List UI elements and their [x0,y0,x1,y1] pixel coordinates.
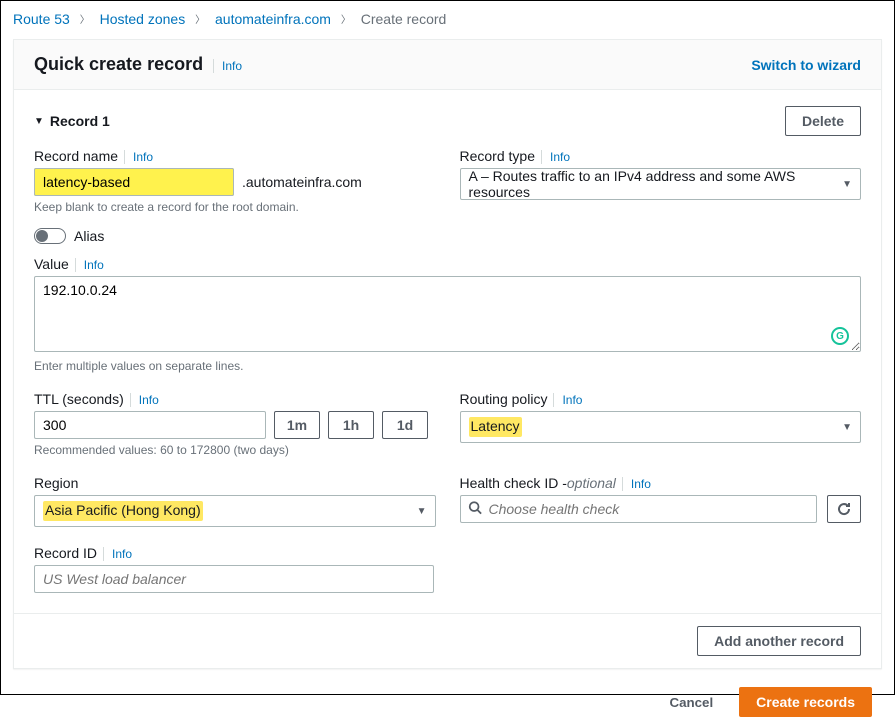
info-link-header[interactable]: Info [213,59,242,73]
info-link-hc[interactable]: Info [622,477,651,491]
record-header: ▼ Record 1 Delete [34,106,861,136]
panel-footer: Add another record [14,613,881,668]
label-text: Region [34,475,78,491]
region-hc-row: Region Asia Pacific (Hong Kong) ▼ Health… [34,475,861,527]
optional-text: optional [567,475,616,491]
crumb-current: Create record [361,11,447,27]
record-type-select[interactable]: A – Routes traffic to an IPv4 address an… [460,168,862,200]
record-id-label: Record ID Info [34,545,861,561]
label-text: Routing policy [460,391,548,407]
alias-row: Alias [34,228,861,244]
record-section-title: Record 1 [50,113,110,129]
ttl-label: TTL (seconds) Info [34,391,436,407]
alias-toggle[interactable] [34,228,66,244]
value-wrap: 192.10.0.24 G [34,276,861,355]
create-records-button[interactable]: Create records [739,687,872,717]
chevron-right-icon: 〉 [195,11,205,26]
info-link-name[interactable]: Info [124,150,153,164]
record-section-toggle[interactable]: ▼ Record 1 [34,113,110,129]
label-text: Value [34,256,69,272]
crumb-route53[interactable]: Route 53 [13,11,70,27]
create-record-panel: Quick create record Info Switch to wizar… [13,39,882,669]
record-id-section: Record ID Info [34,545,861,593]
panel-header: Quick create record Info Switch to wizar… [14,40,881,90]
record-name-hint: Keep blank to create a record for the ro… [34,200,436,214]
record-name-label: Record name Info [34,148,436,164]
cancel-button[interactable]: Cancel [653,687,729,717]
value-hint: Enter multiple values on separate lines. [34,359,861,373]
add-another-record-button[interactable]: Add another record [697,626,861,656]
record-type-value: A – Routes traffic to an IPv4 address an… [469,168,843,200]
health-check-input[interactable] [460,495,818,523]
caret-down-icon: ▼ [842,422,852,433]
ttl-routing-row: TTL (seconds) Info 1m 1h 1d Recommended … [34,391,861,457]
ttl-1m-button[interactable]: 1m [274,411,320,439]
grammarly-icon: G [831,327,849,345]
info-link-value[interactable]: Info [75,258,104,272]
domain-suffix: .automateinfra.com [242,174,362,190]
routing-policy-select[interactable]: Latency ▼ [460,411,862,443]
info-link-routing[interactable]: Info [553,393,582,407]
info-link-type[interactable]: Info [541,150,570,164]
ttl-1h-button[interactable]: 1h [328,411,374,439]
chevron-right-icon: 〉 [80,11,90,26]
region-select[interactable]: Asia Pacific (Hong Kong) ▼ [34,495,436,527]
label-text: Health check ID - [460,475,567,491]
ttl-1d-button[interactable]: 1d [382,411,428,439]
caret-down-icon: ▼ [417,506,427,517]
region-value: Asia Pacific (Hong Kong) [43,501,203,521]
info-link-ttl[interactable]: Info [130,393,159,407]
alias-label: Alias [74,228,104,244]
panel-body: ▼ Record 1 Delete Record name Info .auto… [14,90,881,613]
info-link-recordid[interactable]: Info [103,547,132,561]
health-check-label: Health check ID - optional Info [460,475,862,491]
label-text: TTL (seconds) [34,391,124,407]
crumb-domain[interactable]: automateinfra.com [215,11,331,27]
refresh-button[interactable] [827,495,861,523]
chevron-right-icon: 〉 [341,11,351,26]
breadcrumbs: Route 53 〉 Hosted zones 〉 automateinfra.… [3,3,892,33]
label-text: Record ID [34,545,97,561]
caret-down-icon: ▼ [34,116,44,127]
value-textarea[interactable]: 192.10.0.24 [34,276,861,352]
search-icon [468,501,482,518]
page-actions: Cancel Create records [3,679,892,727]
ttl-input[interactable] [34,411,266,439]
region-label: Region [34,475,436,491]
record-name-input[interactable] [34,168,234,196]
refresh-icon [836,501,852,517]
label-text: Record type [460,148,535,164]
record-id-input[interactable] [34,565,434,593]
ttl-hint: Recommended values: 60 to 172800 (two da… [34,443,436,457]
page-title: Quick create record [34,54,203,74]
name-type-row: Record name Info .automateinfra.com Keep… [34,148,861,214]
caret-down-icon: ▼ [842,179,852,190]
routing-policy-value: Latency [469,417,522,437]
record-type-label: Record type Info [460,148,862,164]
delete-button[interactable]: Delete [785,106,861,136]
value-label: Value Info [34,256,861,272]
crumb-hosted-zones[interactable]: Hosted zones [100,11,186,27]
switch-to-wizard-link[interactable]: Switch to wizard [751,57,861,73]
routing-policy-label: Routing policy Info [460,391,862,407]
label-text: Record name [34,148,118,164]
